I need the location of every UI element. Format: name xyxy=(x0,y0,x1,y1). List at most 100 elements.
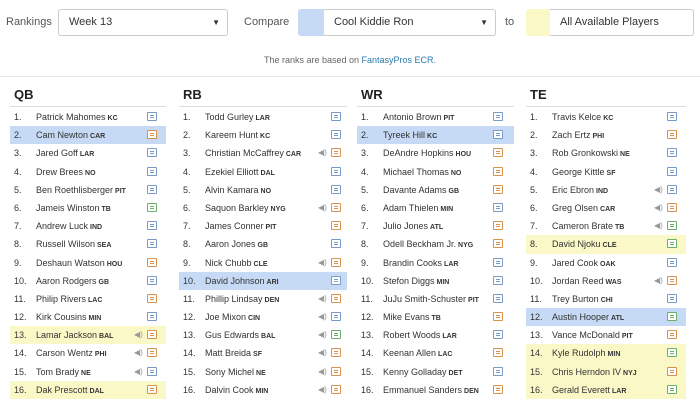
player-note-icon[interactable] xyxy=(493,112,503,121)
player-note-icon[interactable] xyxy=(667,239,677,249)
player-row[interactable]: 16. Gerald Everett LAR xyxy=(526,380,686,399)
player-note-icon[interactable] xyxy=(493,239,503,249)
player-note-icon[interactable] xyxy=(493,384,503,394)
speaker-icon[interactable]: ◀) xyxy=(654,217,663,235)
player-note-icon[interactable] xyxy=(147,275,157,285)
player-row[interactable]: 7. Julio Jones ATL xyxy=(357,217,514,235)
player-row[interactable]: 8. David Njoku CLE xyxy=(526,235,686,254)
speaker-icon[interactable]: ◀) xyxy=(318,254,327,272)
speaker-icon[interactable]: ◀) xyxy=(318,308,327,326)
player-row[interactable]: 16. Emmanuel Sanders DEN xyxy=(357,381,514,399)
player-note-icon[interactable] xyxy=(147,166,157,176)
player-row[interactable]: 12. Joe Mixon CIN ◀) xyxy=(179,308,347,326)
speaker-icon[interactable]: ◀) xyxy=(318,381,327,399)
speaker-icon[interactable]: ◀) xyxy=(318,290,327,308)
player-note-icon[interactable] xyxy=(331,221,341,231)
player-note-icon[interactable] xyxy=(667,312,677,322)
player-row[interactable]: 9. Nick Chubb CLE ◀) xyxy=(179,254,347,272)
player-note-icon[interactable] xyxy=(493,330,503,340)
player-note-icon[interactable] xyxy=(331,348,341,358)
player-note-icon[interactable] xyxy=(147,330,157,340)
player-note-icon[interactable] xyxy=(667,130,677,140)
player-note-icon[interactable] xyxy=(147,148,157,158)
player-note-icon[interactable] xyxy=(667,148,677,158)
player-note-icon[interactable] xyxy=(331,130,341,140)
player-row[interactable]: 2. Tyreek Hill KC xyxy=(357,126,514,145)
player-note-icon[interactable] xyxy=(147,130,157,140)
player-row[interactable]: 15. Tom Brady NE ◀) xyxy=(10,363,166,381)
player-row[interactable]: 9. Jared Cook OAK xyxy=(526,254,686,272)
player-note-icon[interactable] xyxy=(493,348,503,358)
player-row[interactable]: 2. Zach Ertz PHI xyxy=(526,126,686,144)
player-note-icon[interactable] xyxy=(493,366,503,376)
player-note-icon[interactable] xyxy=(147,184,157,194)
player-row[interactable]: 5. Ben Roethlisberger PIT xyxy=(10,181,166,199)
player-row[interactable]: 15. Chris Herndon IV NYJ xyxy=(526,362,686,381)
player-row[interactable]: 1. Travis Kelce KC xyxy=(526,108,686,126)
speaker-icon[interactable]: ◀) xyxy=(654,181,663,199)
player-note-icon[interactable] xyxy=(331,312,341,322)
player-note-icon[interactable] xyxy=(147,312,157,322)
player-note-icon[interactable] xyxy=(331,275,341,285)
speaker-icon[interactable]: ◀) xyxy=(318,326,327,344)
player-row[interactable]: 1. Patrick Mahomes KC xyxy=(10,108,166,126)
player-row[interactable]: 11. Phillip Lindsay DEN ◀) xyxy=(179,290,347,308)
player-row[interactable]: 7. James Conner PIT xyxy=(179,217,347,235)
player-row[interactable]: 10. David Johnson ARI xyxy=(179,271,347,290)
player-note-icon[interactable] xyxy=(667,112,677,121)
player-note-icon[interactable] xyxy=(147,202,157,212)
player-note-icon[interactable] xyxy=(667,293,677,303)
player-note-icon[interactable] xyxy=(667,166,677,176)
player-note-icon[interactable] xyxy=(331,257,341,267)
player-row[interactable]: 15. Kenny Golladay DET xyxy=(357,363,514,381)
player-row[interactable]: 2. Kareem Hunt KC xyxy=(179,126,347,144)
player-note-icon[interactable] xyxy=(667,257,677,267)
player-row[interactable]: 12. Austin Hooper ATL xyxy=(526,308,686,327)
player-row[interactable]: 11. JuJu Smith-Schuster PIT xyxy=(357,290,514,308)
player-note-icon[interactable] xyxy=(667,184,677,194)
speaker-icon[interactable]: ◀) xyxy=(134,344,143,362)
player-row[interactable]: 11. Trey Burton CHI xyxy=(526,290,686,308)
player-row[interactable]: 12. Kirk Cousins MIN xyxy=(10,308,166,326)
player-row[interactable]: 8. Aaron Jones GB xyxy=(179,235,347,253)
player-row[interactable]: 1. Todd Gurley LAR xyxy=(179,108,347,126)
player-row[interactable]: 14. Carson Wentz PHI ◀) xyxy=(10,344,166,362)
player-row[interactable]: 3. Jared Goff LAR xyxy=(10,144,166,162)
player-row[interactable]: 16. Dak Prescott DAL xyxy=(10,380,166,399)
player-row[interactable]: 3. Christian McCaffrey CAR ◀) xyxy=(179,144,347,162)
player-note-icon[interactable] xyxy=(667,221,677,231)
player-note-icon[interactable] xyxy=(147,366,157,376)
speaker-icon[interactable]: ◀) xyxy=(318,144,327,162)
player-note-icon[interactable] xyxy=(667,348,677,358)
speaker-icon[interactable]: ◀) xyxy=(654,199,663,217)
player-row[interactable]: 4. Michael Thomas NO xyxy=(357,163,514,181)
player-row[interactable]: 2. Cam Newton CAR xyxy=(10,126,166,145)
player-row[interactable]: 8. Russell Wilson SEA xyxy=(10,235,166,253)
player-note-icon[interactable] xyxy=(147,348,157,358)
fantasypros-ecr-link[interactable]: FantasyPros ECR xyxy=(362,55,434,65)
player-note-icon[interactable] xyxy=(493,166,503,176)
player-row[interactable]: 6. Jameis Winston TB xyxy=(10,199,166,217)
player-row[interactable]: 6. Greg Olsen CAR ◀) xyxy=(526,199,686,217)
player-note-icon[interactable] xyxy=(331,293,341,303)
player-row[interactable]: 1. Antonio Brown PIT xyxy=(357,108,514,126)
player-note-icon[interactable] xyxy=(493,148,503,158)
player-row[interactable]: 4. Ezekiel Elliott DAL xyxy=(179,163,347,181)
player-note-icon[interactable] xyxy=(667,202,677,212)
player-row[interactable]: 14. Kyle Rudolph MIN xyxy=(526,344,686,363)
player-row[interactable]: 13. Lamar Jackson BAL ◀) xyxy=(10,326,166,345)
player-note-icon[interactable] xyxy=(331,239,341,249)
player-note-icon[interactable] xyxy=(493,257,503,267)
player-note-icon[interactable] xyxy=(493,130,503,140)
player-row[interactable]: 11. Philip Rivers LAC xyxy=(10,290,166,308)
player-note-icon[interactable] xyxy=(331,384,341,394)
player-note-icon[interactable] xyxy=(331,112,341,121)
player-row[interactable]: 9. Brandin Cooks LAR xyxy=(357,254,514,272)
player-note-icon[interactable] xyxy=(493,312,503,322)
player-row[interactable]: 5. Eric Ebron IND ◀) xyxy=(526,181,686,199)
player-row[interactable]: 4. Drew Brees NO xyxy=(10,163,166,181)
player-note-icon[interactable] xyxy=(147,112,157,121)
player-note-icon[interactable] xyxy=(147,239,157,249)
player-note-icon[interactable] xyxy=(331,330,341,340)
speaker-icon[interactable]: ◀) xyxy=(654,272,663,290)
